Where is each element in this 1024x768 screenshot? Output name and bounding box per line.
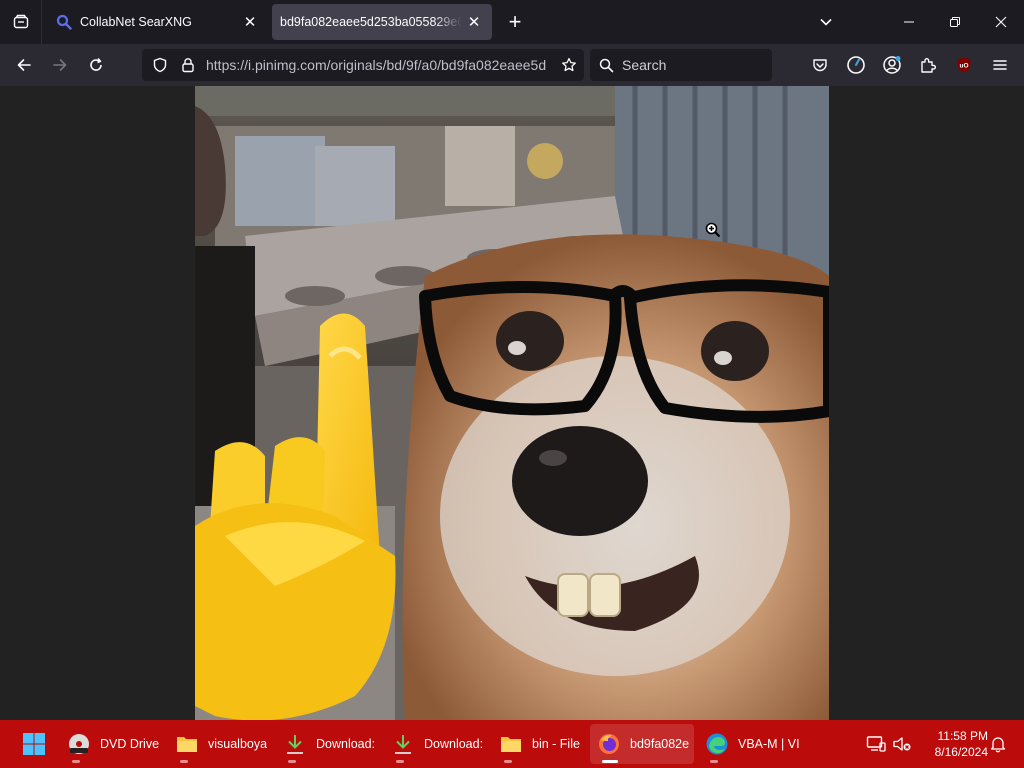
tab-title: bd9fa082eaee5d253ba055829e68400 bbox=[280, 15, 462, 29]
hamburger-menu-icon bbox=[993, 60, 1007, 70]
running-indicator bbox=[710, 760, 718, 763]
taskbar-item-downloads-2[interactable]: Download: bbox=[384, 724, 488, 764]
pocket-icon bbox=[813, 59, 827, 72]
clock-date: 8/16/2024 bbox=[934, 745, 988, 759]
extensions-button[interactable] bbox=[912, 49, 944, 81]
dog-with-glasses-image bbox=[195, 86, 829, 720]
download-icon bbox=[390, 731, 416, 757]
running-indicator bbox=[504, 760, 512, 763]
running-indicator bbox=[180, 760, 188, 763]
search-bar[interactable]: Search bbox=[590, 49, 772, 81]
restore-button[interactable] bbox=[932, 0, 978, 44]
firefox-view-icon bbox=[13, 14, 28, 29]
chevron-down-icon bbox=[820, 18, 832, 26]
taskbar-item-label: bin - File bbox=[532, 737, 580, 751]
clock-time: 11:58 PM bbox=[937, 729, 988, 743]
close-icon bbox=[995, 16, 1007, 28]
bell-icon bbox=[990, 737, 1006, 753]
timer-icon bbox=[847, 56, 865, 74]
zoom-in-cursor-icon bbox=[705, 222, 721, 243]
network-tray-icon[interactable] bbox=[864, 732, 888, 756]
search-placeholder: Search bbox=[622, 57, 667, 73]
back-button[interactable] bbox=[8, 49, 40, 81]
shield-icon[interactable] bbox=[146, 49, 174, 81]
taskbar-item-vba-m[interactable]: VBA-M | VI bbox=[698, 724, 802, 764]
system-clock[interactable]: 11:58 PM 8/16/2024 bbox=[916, 728, 988, 760]
firefox-view-button[interactable] bbox=[0, 0, 42, 44]
taskbar-item-label: visualboya bbox=[208, 737, 268, 751]
taskbar-item-bin-file[interactable]: bin - File bbox=[492, 724, 588, 764]
folder-icon bbox=[498, 731, 524, 757]
taskbar-item-dvd-drive[interactable]: DVD Drive bbox=[60, 724, 164, 764]
ublock-icon: uO bbox=[957, 57, 971, 73]
url-bar[interactable]: https://i.pinimg.com/originals/bd/9f/a0/… bbox=[142, 49, 584, 81]
reload-icon bbox=[90, 57, 102, 71]
search-icon bbox=[56, 14, 72, 30]
taskbar-item-label: VBA-M | VI bbox=[738, 737, 800, 751]
running-indicator bbox=[396, 760, 404, 763]
dvd-icon bbox=[66, 731, 92, 757]
taskbar-item-label: Download: bbox=[424, 737, 484, 751]
running-indicator bbox=[288, 760, 296, 763]
search-icon bbox=[590, 58, 622, 73]
navigation-toolbar: https://i.pinimg.com/originals/bd/9f/a0/… bbox=[0, 44, 1024, 86]
forward-button[interactable] bbox=[44, 49, 76, 81]
start-button[interactable] bbox=[20, 730, 48, 758]
volume-muted-icon[interactable] bbox=[890, 732, 914, 756]
notifications-button[interactable] bbox=[986, 732, 1010, 756]
app-menu-button[interactable] bbox=[984, 49, 1016, 81]
tab-searxng[interactable]: CollabNet SearXNG ✕ bbox=[48, 4, 268, 40]
displayed-image[interactable] bbox=[195, 86, 829, 720]
windows-logo-icon bbox=[23, 733, 45, 755]
minimize-button[interactable] bbox=[886, 0, 932, 44]
taskbar-item-firefox[interactable]: bd9fa082e bbox=[590, 724, 694, 764]
edge-icon bbox=[704, 731, 730, 757]
reload-button[interactable] bbox=[80, 49, 112, 81]
url-text[interactable]: https://i.pinimg.com/originals/bd/9f/a0/… bbox=[202, 57, 554, 73]
running-indicator bbox=[72, 760, 80, 763]
new-tab-button[interactable]: + bbox=[502, 9, 528, 35]
restore-icon bbox=[950, 17, 960, 27]
lock-icon[interactable] bbox=[174, 49, 202, 81]
firefox-icon bbox=[596, 731, 622, 757]
folder-icon bbox=[174, 731, 200, 757]
extension-timer-button[interactable] bbox=[840, 49, 872, 81]
active-indicator bbox=[602, 760, 618, 763]
list-all-tabs-button[interactable] bbox=[814, 10, 838, 34]
taskbar-item-label: Download: bbox=[316, 737, 376, 751]
tab-image[interactable]: bd9fa082eaee5d253ba055829e68400 ✕ bbox=[272, 4, 492, 40]
page-content bbox=[0, 86, 1024, 720]
windows-taskbar: DVD Drive visualboya Download: Download:… bbox=[0, 720, 1024, 768]
tab-title: CollabNet SearXNG bbox=[80, 15, 192, 29]
pocket-button[interactable] bbox=[804, 49, 836, 81]
arrow-right-icon bbox=[53, 59, 67, 71]
ublock-badge: uO bbox=[959, 63, 968, 70]
close-tab-icon[interactable]: ✕ bbox=[238, 10, 262, 34]
taskbar-item-label: DVD Drive bbox=[100, 737, 160, 751]
download-icon bbox=[282, 731, 308, 757]
account-icon bbox=[883, 56, 901, 74]
ublock-button[interactable]: uO bbox=[948, 49, 980, 81]
account-button[interactable] bbox=[876, 49, 908, 81]
close-window-button[interactable] bbox=[978, 0, 1024, 44]
puzzle-icon bbox=[921, 58, 936, 73]
tab-strip: CollabNet SearXNG ✕ bd9fa082eaee5d253ba0… bbox=[0, 0, 1024, 44]
close-tab-icon[interactable]: ✕ bbox=[462, 10, 486, 34]
minimize-icon bbox=[904, 21, 914, 23]
taskbar-item-downloads-1[interactable]: Download: bbox=[276, 724, 380, 764]
bookmark-star-icon[interactable] bbox=[554, 49, 584, 81]
taskbar-item-label: bd9fa082e bbox=[630, 737, 690, 751]
taskbar-item-visualboya[interactable]: visualboya bbox=[168, 724, 272, 764]
arrow-left-icon bbox=[17, 59, 31, 71]
